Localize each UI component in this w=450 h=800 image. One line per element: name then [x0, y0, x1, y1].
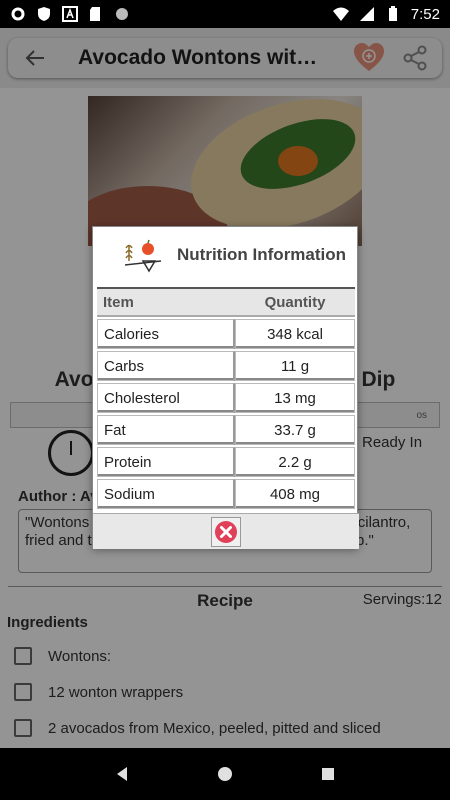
status-icons-left	[10, 6, 130, 22]
table-header-row: Item Quantity	[97, 287, 355, 317]
table-row: Sodium 408 mg	[97, 479, 355, 509]
cell-quantity: 11 g	[235, 351, 355, 381]
cell-item: Fat	[97, 415, 235, 445]
table-row: Protein 2.2 g	[97, 447, 355, 477]
battery-icon	[388, 6, 397, 21]
cell-item: Sodium	[97, 479, 235, 509]
nutrition-table: Item Quantity Calories 348 kcal Carbs 11…	[97, 287, 355, 511]
dialog-header: Nutrition Information	[93, 227, 359, 285]
dialog-title: Nutrition Information	[177, 245, 347, 264]
close-dialog-button[interactable]	[211, 516, 241, 547]
signal-icon	[359, 7, 374, 21]
column-header-item: Item	[103, 293, 134, 311]
circle-icon	[116, 8, 128, 20]
a-badge-icon	[62, 6, 78, 22]
shield-icon	[38, 7, 50, 21]
cell-quantity: 33.7 g	[235, 415, 355, 445]
sd-card-icon	[90, 7, 100, 21]
cell-quantity: 2.2 g	[235, 447, 355, 477]
cell-quantity: 408 mg	[235, 479, 355, 509]
nav-back-icon[interactable]	[113, 765, 131, 783]
column-header-quantity: Quantity	[264, 293, 326, 311]
status-bar: 7:52	[0, 0, 450, 28]
cell-quantity: 13 mg	[235, 383, 355, 413]
nav-home-icon[interactable]	[216, 765, 234, 783]
table-row: Carbs 11 g	[97, 351, 355, 381]
cell-item: Carbs	[97, 351, 235, 381]
nav-recents-icon[interactable]	[319, 765, 337, 783]
table-row: Fat 33.7 g	[97, 415, 355, 445]
status-icons-right: 7:52	[332, 5, 440, 23]
cell-item: Calories	[97, 319, 235, 349]
nutrition-logo-icon	[123, 239, 163, 278]
cell-quantity: 348 kcal	[235, 319, 355, 349]
close-x-icon	[215, 520, 237, 543]
cell-item: Protein	[97, 447, 235, 477]
wifi-icon	[332, 7, 349, 21]
status-time: 7:52	[410, 5, 440, 23]
cell-item: Cholesterol	[97, 383, 235, 413]
table-row: Cholesterol 13 mg	[97, 383, 355, 413]
nutrition-dialog: Nutrition Information Item Quantity Calo…	[92, 226, 359, 549]
system-nav-bar	[0, 748, 450, 800]
dialog-footer	[93, 513, 359, 549]
table-row: Calories 348 kcal	[97, 319, 355, 349]
gear-icon	[11, 7, 25, 21]
